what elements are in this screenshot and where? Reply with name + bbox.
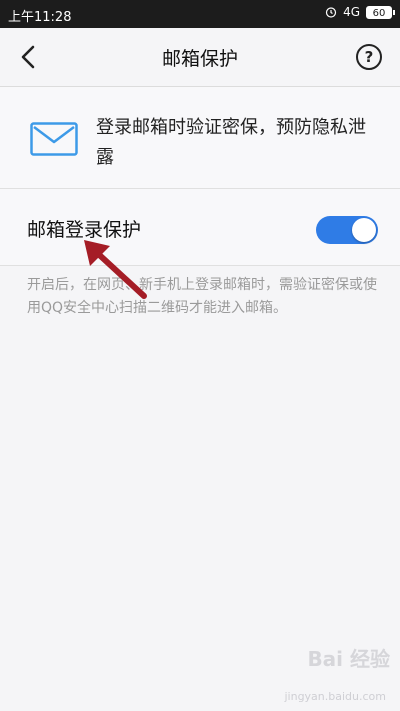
annotation-arrow-icon bbox=[84, 240, 147, 299]
status-time: 上午11:28 bbox=[8, 10, 72, 25]
watermark-url: jingyan.baidu.com bbox=[284, 690, 386, 703]
nav-header: 邮箱保护 ? bbox=[0, 28, 400, 87]
intro-card: 登录邮箱时验证密保，预防隐私泄露 bbox=[0, 87, 400, 189]
intro-text: 登录邮箱时验证密保，预防隐私泄露 bbox=[96, 117, 366, 168]
mail-icon bbox=[30, 122, 78, 156]
status-bar: 上午11:28 4G 60 bbox=[0, 0, 400, 28]
network-signal: 4G bbox=[343, 5, 360, 19]
help-button[interactable]: ? bbox=[356, 44, 382, 70]
alarm-icon bbox=[325, 7, 337, 18]
watermark: Bai 经验 jingyan.baidu.com bbox=[284, 643, 390, 703]
battery-icon: 60 bbox=[366, 5, 395, 19]
login-protection-toggle[interactable] bbox=[316, 216, 378, 244]
toggle-knob bbox=[352, 218, 376, 242]
login-protection-row: 邮箱登录保护 bbox=[0, 189, 400, 266]
watermark-logo: Bai 经验 bbox=[307, 647, 390, 671]
page-title: 邮箱保护 bbox=[161, 48, 238, 70]
status-icons: 4G 60 bbox=[325, 5, 395, 19]
